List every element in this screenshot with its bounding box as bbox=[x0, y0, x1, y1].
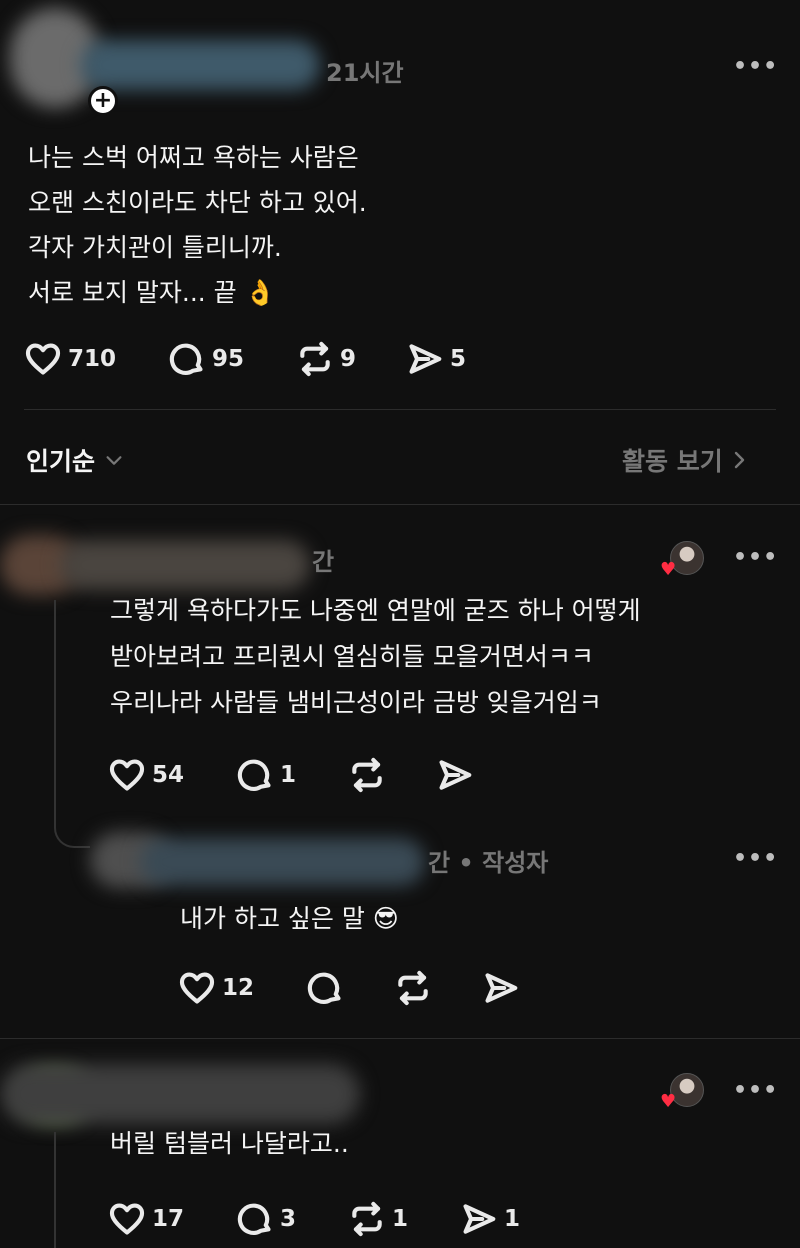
comment-3-like-count: 17 bbox=[152, 1206, 185, 1232]
comment-1-repost-button[interactable] bbox=[348, 756, 386, 794]
post-reply-button[interactable]: 95 bbox=[168, 340, 244, 378]
heart-icon bbox=[109, 1203, 145, 1235]
comment-line: 그렇게 욕하다가도 나중엔 연말에 굳즈 하나 어떻게 bbox=[110, 596, 641, 625]
post-repost-button[interactable]: 9 bbox=[296, 340, 356, 378]
comment-3-share-count: 1 bbox=[504, 1206, 521, 1232]
post-line: 오랜 스친이라도 차단 하고 있어. bbox=[28, 188, 367, 217]
reply-icon bbox=[169, 343, 203, 375]
send-icon bbox=[439, 760, 472, 790]
post-line: 각자 가치관이 틀리니까. bbox=[28, 233, 282, 262]
comment-2-share-button[interactable] bbox=[482, 969, 520, 1007]
follow-plus-icon[interactable]: + bbox=[88, 86, 118, 116]
sort-divider bbox=[0, 504, 800, 505]
reply-name-blurred[interactable] bbox=[140, 838, 425, 886]
post-repost-count: 9 bbox=[340, 346, 357, 372]
comment-divider bbox=[0, 1038, 800, 1039]
comment-3-share-button[interactable]: 1 bbox=[460, 1200, 520, 1238]
heart-badge-icon: ♥ bbox=[660, 1091, 677, 1112]
comment-line: 받아보려고 프리퀀시 열심히들 모을거면서ㅋㅋ bbox=[110, 642, 594, 671]
activity-link[interactable]: 활동 보기 bbox=[622, 442, 749, 478]
send-icon bbox=[463, 1204, 496, 1234]
comment-2-repost-button[interactable] bbox=[394, 969, 432, 1007]
comment-1-body: 그렇게 욕하다가도 나중엔 연말에 굳즈 하나 어떻게 받아보려고 프리퀀시 열… bbox=[110, 588, 641, 726]
comment-2-body: 내가 하고 싶은 말 😎 bbox=[180, 896, 399, 941]
comment-2-like-count: 12 bbox=[222, 975, 255, 1001]
post-line: 나는 스벅 어쩌고 욕하는 사람은 bbox=[28, 143, 359, 172]
heart-icon bbox=[25, 343, 61, 375]
comment-3-reply-count: 3 bbox=[280, 1206, 297, 1232]
commenter-3-name-blurred[interactable] bbox=[0, 1064, 360, 1124]
comment-1-like-count: 54 bbox=[152, 762, 185, 788]
activity-label: 활동 보기 bbox=[622, 447, 723, 476]
comment-line: 우리나라 사람들 냄비근성이라 금방 잊을거임ㅋ bbox=[110, 688, 602, 717]
comment-1-reply-button[interactable]: 1 bbox=[236, 756, 296, 794]
post-more-icon[interactable]: ••• bbox=[733, 56, 778, 78]
repost-icon bbox=[352, 757, 382, 793]
comment-2-time: 간 • 작성자 bbox=[428, 849, 549, 877]
post-share-count: 5 bbox=[450, 346, 467, 372]
sort-dropdown[interactable]: 인기순 bbox=[26, 442, 125, 478]
post-time: 21시간 bbox=[326, 59, 404, 87]
post-divider bbox=[24, 409, 776, 410]
post-line: 서로 보지 말자... 끝 👌 bbox=[28, 278, 276, 307]
reply-icon bbox=[307, 972, 341, 1004]
thread-curve bbox=[54, 808, 90, 848]
send-icon bbox=[409, 344, 442, 374]
comment-2-reply-button[interactable] bbox=[306, 969, 344, 1007]
send-icon bbox=[485, 973, 518, 1003]
reply-icon bbox=[237, 1203, 271, 1235]
comment-3-like-button[interactable]: 17 bbox=[108, 1200, 184, 1238]
comment-1-share-button[interactable] bbox=[436, 756, 474, 794]
post-share-button[interactable]: 5 bbox=[406, 340, 466, 378]
comment-3-more-icon[interactable]: ••• bbox=[733, 1080, 778, 1102]
comment-3-body: 버릴 텀블러 나달라고.. bbox=[110, 1121, 349, 1166]
reply-icon bbox=[237, 759, 271, 791]
commenter-name-blurred[interactable] bbox=[60, 540, 310, 590]
sort-label: 인기순 bbox=[26, 447, 96, 476]
comment-1-more-icon[interactable]: ••• bbox=[733, 547, 778, 569]
comment-1-like-button[interactable]: 54 bbox=[108, 756, 184, 794]
comment-1-time: 간 bbox=[312, 548, 335, 576]
post-body: 나는 스벅 어쩌고 욕하는 사람은 오랜 스친이라도 차단 하고 있어. 각자 … bbox=[28, 135, 367, 315]
heart-icon bbox=[109, 759, 145, 791]
repost-icon bbox=[398, 970, 428, 1006]
post-like-button[interactable]: 710 bbox=[24, 340, 116, 378]
repost-icon bbox=[352, 1201, 382, 1237]
comment-2-like-button[interactable]: 12 bbox=[178, 969, 254, 1007]
comment-3-reply-button[interactable]: 3 bbox=[236, 1200, 296, 1238]
comment-line: 버릴 텀블러 나달라고.. bbox=[110, 1129, 349, 1158]
comment-1-reply-count: 1 bbox=[280, 762, 297, 788]
chevron-down-icon bbox=[106, 456, 122, 465]
chevron-right-icon bbox=[734, 451, 744, 469]
thread-line bbox=[54, 1132, 56, 1248]
heart-badge-icon: ♥ bbox=[660, 559, 677, 580]
comment-line: 내가 하고 싶은 말 😎 bbox=[180, 904, 399, 933]
comment-2-more-icon[interactable]: ••• bbox=[733, 848, 778, 870]
post-like-count: 710 bbox=[68, 346, 117, 372]
heart-icon bbox=[179, 972, 215, 1004]
repost-icon bbox=[300, 341, 330, 377]
post-reply-count: 95 bbox=[212, 346, 245, 372]
thread-line bbox=[54, 600, 56, 828]
comment-3-repost-button[interactable]: 1 bbox=[348, 1200, 408, 1238]
comment-3-repost-count: 1 bbox=[392, 1206, 409, 1232]
author-name-blurred[interactable] bbox=[80, 40, 320, 90]
